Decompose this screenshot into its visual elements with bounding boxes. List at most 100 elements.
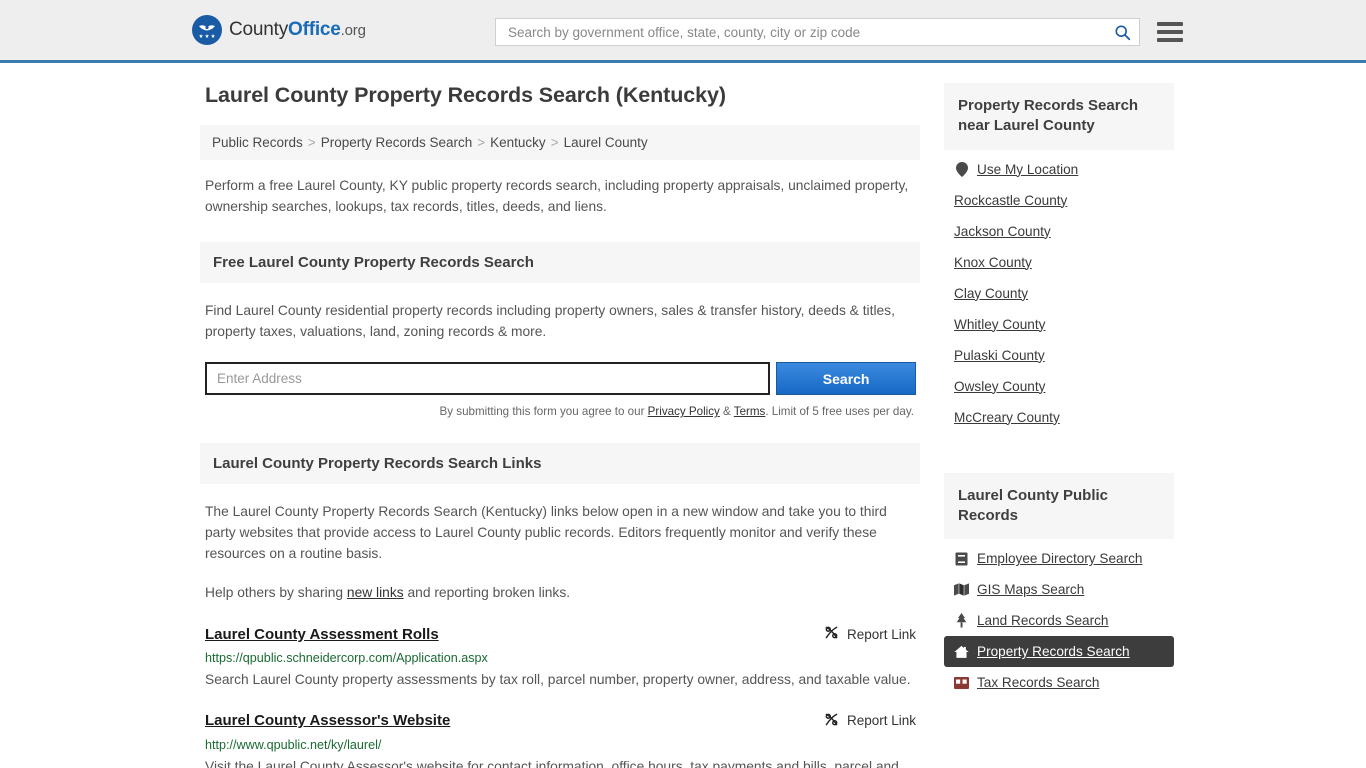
link-entry: Laurel County Assessment Rolls Report Li… bbox=[200, 624, 920, 690]
sidebar-link-label[interactable]: Use My Location bbox=[977, 162, 1078, 177]
sidebar-item-mccreary-county[interactable]: McCreary County bbox=[944, 402, 1174, 433]
breadcrumb-separator: > bbox=[477, 135, 486, 150]
breadcrumb-separator: > bbox=[550, 135, 559, 150]
logo-text-part1: County bbox=[229, 19, 289, 40]
sidebar-item-employee-directory-search[interactable]: Employee Directory Search bbox=[944, 543, 1174, 574]
page-title: Laurel County Property Records Search (K… bbox=[205, 83, 726, 107]
breadcrumb-item-public-records[interactable]: Public Records bbox=[212, 135, 303, 150]
sidebar-item-clay-county[interactable]: Clay County bbox=[944, 278, 1174, 309]
content-row: Laurel County Property Records Search (K… bbox=[200, 63, 1174, 768]
sidebar-item-land-records-search[interactable]: Land Records Search bbox=[944, 605, 1174, 636]
help-others-paragraph: Help others by sharing new links and rep… bbox=[205, 583, 916, 604]
sidebar-item-property-records-search[interactable]: Property Records Search bbox=[944, 636, 1174, 667]
broken-link-icon bbox=[823, 624, 840, 644]
sidebar-item-pulaski-county[interactable]: Pulaski County bbox=[944, 340, 1174, 371]
new-links-link[interactable]: new links bbox=[347, 585, 404, 600]
free-search-body: Find Laurel County residential property … bbox=[200, 301, 920, 418]
report-link-button[interactable]: Report Link bbox=[823, 624, 916, 644]
book-icon bbox=[954, 551, 969, 566]
sidebar-item-rockcastle-county[interactable]: Rockcastle County bbox=[944, 185, 1174, 216]
breadcrumb-item-laurel-county[interactable]: Laurel County bbox=[564, 135, 648, 150]
sidebar-link-label[interactable]: Clay County bbox=[954, 286, 1028, 301]
page-container: Laurel County Property Records Search (K… bbox=[0, 63, 1366, 768]
form-disclaimer: By submitting this form you agree to our… bbox=[205, 405, 916, 418]
address-input[interactable] bbox=[205, 362, 771, 396]
sidebar-item-whitley-county[interactable]: Whitley County bbox=[944, 309, 1174, 340]
links-section-body: The Laurel County Property Records Searc… bbox=[200, 502, 920, 604]
link-entry-title[interactable]: Laurel County Assessment Rolls bbox=[205, 626, 439, 643]
sidebar-nearby-heading: Property Records Search near Laurel Coun… bbox=[944, 83, 1174, 150]
sidebar-item-knox-county[interactable]: Knox County bbox=[944, 247, 1174, 278]
link-entry-url: https://qpublic.schneidercorp.com/Applic… bbox=[205, 651, 488, 666]
link-entry-title[interactable]: Laurel County Assessor's Website bbox=[205, 712, 450, 729]
link-entry-header: Laurel County Assessment Rolls Report Li… bbox=[205, 624, 916, 644]
logo-text-part2: Office bbox=[288, 19, 341, 40]
sidebar-card-public-records: Laurel County Public Records Employee Di… bbox=[944, 472, 1174, 699]
sidebar-link-label[interactable]: Whitley County bbox=[954, 317, 1045, 332]
house-icon bbox=[954, 644, 969, 659]
site-logo[interactable]: CountyOffice.org bbox=[192, 15, 366, 45]
sidebar-link-label[interactable]: Employee Directory Search bbox=[977, 551, 1142, 566]
link-entry-description: Search Laurel County property assessment… bbox=[205, 672, 911, 688]
logo-wordmark: CountyOffice.org bbox=[229, 19, 366, 41]
site-header: CountyOffice.org bbox=[0, 0, 1366, 63]
breadcrumb-separator: > bbox=[307, 135, 316, 150]
sidebar-link-label[interactable]: McCreary County bbox=[954, 410, 1060, 425]
main-column: Laurel County Property Records Search (K… bbox=[200, 83, 920, 768]
sidebar-public-records-list: Employee Directory Search GIS Maps Searc… bbox=[944, 539, 1174, 698]
breadcrumb-item-property-records-search[interactable]: Property Records Search bbox=[321, 135, 473, 150]
help-prefix: Help others by sharing bbox=[205, 585, 347, 601]
link-entry: Laurel County Assessor's Website Report … bbox=[200, 711, 920, 768]
site-search-input[interactable] bbox=[506, 23, 1114, 41]
link-entry-description: Visit the Laurel County Assessor's websi… bbox=[205, 758, 899, 768]
site-search-box[interactable] bbox=[495, 18, 1140, 46]
free-search-description: Find Laurel County residential property … bbox=[205, 303, 895, 340]
sidebar-link-label[interactable]: Jackson County bbox=[954, 224, 1051, 239]
privacy-policy-link[interactable]: Privacy Policy bbox=[648, 405, 720, 418]
search-icon[interactable] bbox=[1114, 24, 1131, 41]
sidebar-item-use-my-location[interactable]: Use My Location bbox=[944, 154, 1174, 185]
sidebar-public-records-heading: Laurel County Public Records bbox=[944, 472, 1174, 539]
folded-map-icon bbox=[954, 582, 969, 597]
report-link-button[interactable]: Report Link bbox=[823, 711, 916, 731]
sidebar-link-label[interactable]: Land Records Search bbox=[977, 613, 1108, 628]
map-pin-icon bbox=[954, 161, 969, 177]
report-link-label: Report Link bbox=[846, 626, 916, 642]
links-section-paragraph: The Laurel County Property Records Searc… bbox=[205, 504, 887, 562]
header-search-area bbox=[495, 18, 1183, 46]
link-entry-url: http://www.qpublic.net/ky/laurel/ bbox=[205, 737, 382, 752]
sidebar-item-gis-maps-search[interactable]: GIS Maps Search bbox=[944, 574, 1174, 605]
sidebar-link-label[interactable]: Owsley County bbox=[954, 379, 1045, 394]
sidebar-card-nearby: Property Records Search near Laurel Coun… bbox=[944, 83, 1174, 433]
sidebar-link-label[interactable]: GIS Maps Search bbox=[977, 582, 1084, 597]
tax-icon bbox=[954, 675, 969, 690]
sidebar-item-jackson-county[interactable]: Jackson County bbox=[944, 216, 1174, 247]
disclaimer-suffix: . Limit of 5 free uses per day. bbox=[765, 405, 914, 419]
sidebar-link-label[interactable]: Property Records Search bbox=[977, 644, 1130, 659]
tree-icon bbox=[954, 613, 969, 628]
sidebar-item-owsley-county[interactable]: Owsley County bbox=[944, 371, 1174, 402]
sidebar-item-tax-records-search[interactable]: Tax Records Search bbox=[944, 667, 1174, 698]
hamburger-bar bbox=[1157, 22, 1183, 26]
disclaimer-prefix: By submitting this form you agree to our bbox=[439, 405, 648, 419]
help-suffix: and reporting broken links. bbox=[403, 585, 571, 601]
search-button[interactable]: Search bbox=[776, 362, 916, 396]
breadcrumb: Public Records > Property Records Search > K… bbox=[200, 125, 920, 160]
disclaimer-amp: & bbox=[719, 405, 734, 419]
broken-link-icon bbox=[823, 711, 840, 731]
eagle-seal-icon bbox=[192, 15, 222, 45]
hamburger-bar bbox=[1157, 38, 1183, 42]
terms-link[interactable]: Terms bbox=[734, 405, 766, 418]
logo-text-part3: .org bbox=[340, 22, 366, 39]
sidebar-link-label[interactable]: Knox County bbox=[954, 255, 1032, 270]
sidebar-link-label[interactable]: Pulaski County bbox=[954, 348, 1045, 363]
hamburger-bar bbox=[1157, 30, 1183, 34]
breadcrumb-item-kentucky[interactable]: Kentucky bbox=[490, 135, 546, 150]
hamburger-menu-icon[interactable] bbox=[1157, 22, 1183, 42]
intro-paragraph: Perform a free Laurel County, KY public … bbox=[205, 178, 909, 214]
sidebar-nearby-list: Use My Location Rockcastle County Jackso… bbox=[944, 150, 1174, 433]
sidebar-link-label[interactable]: Tax Records Search bbox=[977, 675, 1099, 690]
links-section-heading: Laurel County Property Records Search Li… bbox=[200, 443, 920, 485]
sidebar-link-label[interactable]: Rockcastle County bbox=[954, 193, 1067, 208]
sidebar: Property Records Search near Laurel Coun… bbox=[944, 83, 1174, 768]
